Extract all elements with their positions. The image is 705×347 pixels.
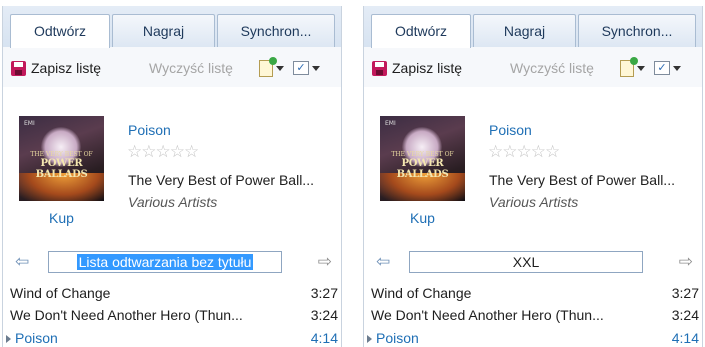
- star-icon[interactable]: ☆: [545, 143, 560, 161]
- tab-play[interactable]: Odtwórz: [371, 14, 471, 48]
- tab-bar: Odtwórz Nagraj Synchron...: [3, 6, 341, 48]
- track-duration: 4:14: [671, 330, 699, 346]
- playlist-name-bar: ⇦ XXL ⇨: [364, 248, 702, 276]
- star-icon[interactable]: ☆: [127, 143, 142, 161]
- track-row[interactable]: We Don't Need Another Hero (Thun... 3:24: [364, 305, 702, 326]
- album-cover-text-top: THE VERY BEST OF: [30, 151, 93, 158]
- star-icon[interactable]: ☆: [141, 143, 156, 161]
- track-row-now-playing[interactable]: Poison 4:14: [364, 328, 702, 347]
- tab-burn[interactable]: Nagraj: [112, 14, 215, 47]
- rating-stars[interactable]: ☆ ☆ ☆ ☆ ☆: [127, 143, 199, 161]
- list-toolbar: Zapisz listę Wyczyść listę ✓: [3, 47, 341, 87]
- rating-stars[interactable]: ☆ ☆ ☆ ☆ ☆: [488, 143, 560, 161]
- track-row[interactable]: We Don't Need Another Hero (Thun... 3:24: [3, 305, 341, 326]
- track-title: We Don't Need Another Hero (Thun...: [371, 307, 604, 323]
- star-icon[interactable]: ☆: [184, 143, 199, 161]
- track-row[interactable]: Wind of Change 3:27: [3, 283, 341, 304]
- list-options-icon: [259, 56, 277, 77]
- track-title: Wind of Change: [10, 285, 111, 301]
- checklist-icon: ✓: [293, 61, 309, 75]
- clear-list-button[interactable]: Wyczyść listę: [510, 58, 594, 78]
- now-playing-title[interactable]: Poison: [128, 122, 171, 138]
- album-cover-text-main: POWER BALLADS: [396, 158, 449, 180]
- star-icon[interactable]: ☆: [502, 143, 517, 161]
- track-title: Poison: [15, 330, 58, 346]
- album-cover-logo: EMI: [385, 120, 396, 127]
- arrow-right-icon[interactable]: ⇨: [679, 252, 693, 272]
- playlist-name-text: Lista odtwarzania bez tytułu: [76, 254, 254, 270]
- star-icon[interactable]: ☆: [531, 143, 546, 161]
- star-icon[interactable]: ☆: [156, 143, 171, 161]
- arrow-left-icon[interactable]: ⇦: [15, 252, 29, 272]
- playlist-name-bar: ⇦ Lista odtwarzania bez tytułu ⇨: [3, 248, 341, 276]
- checklist-icon: ✓: [654, 61, 670, 75]
- sort-options-button[interactable]: ✓: [654, 58, 681, 78]
- save-list-button[interactable]: Zapisz listę: [11, 58, 101, 78]
- chevron-down-icon: [673, 65, 681, 71]
- floppy-disk-icon: [11, 60, 26, 76]
- album-cover-logo: EMI: [24, 120, 35, 127]
- star-icon[interactable]: ☆: [170, 143, 185, 161]
- now-playing-artist: Various Artists: [489, 194, 579, 210]
- track-duration: 4:14: [310, 330, 338, 346]
- chevron-down-icon: [637, 65, 645, 71]
- album-cover-text-top: THE VERY BEST OF: [391, 151, 454, 158]
- playlist-name-field[interactable]: XXL: [409, 251, 643, 273]
- now-playing-title[interactable]: Poison: [489, 122, 532, 138]
- track-title: Wind of Change: [371, 285, 472, 301]
- buy-link[interactable]: Kup: [380, 210, 465, 226]
- save-list-button[interactable]: Zapisz listę: [372, 58, 462, 78]
- album-cover[interactable]: EMI THE VERY BEST OF POWER BALLADS: [380, 116, 465, 201]
- player-panel-right: Odtwórz Nagraj Synchron... Zapisz listę …: [363, 6, 703, 347]
- track-duration: 3:27: [310, 285, 338, 301]
- track-duration: 3:24: [671, 307, 699, 323]
- playlist-name-field[interactable]: Lista odtwarzania bez tytułu: [48, 251, 282, 273]
- album-cover[interactable]: EMI THE VERY BEST OF POWER BALLADS: [19, 116, 104, 201]
- track-row-now-playing[interactable]: Poison 4:14: [3, 328, 341, 347]
- play-indicator-icon: [6, 335, 11, 343]
- list-options-button[interactable]: [620, 56, 645, 78]
- tab-sync[interactable]: Synchron...: [578, 14, 696, 47]
- floppy-disk-icon: [372, 60, 387, 76]
- play-indicator-icon: [367, 335, 372, 343]
- save-list-label: Zapisz listę: [31, 60, 102, 76]
- tab-play[interactable]: Odtwórz: [10, 14, 110, 48]
- chevron-down-icon: [312, 65, 320, 71]
- star-icon[interactable]: ☆: [517, 143, 532, 161]
- list-options-icon: [620, 56, 638, 77]
- arrow-left-icon[interactable]: ⇦: [376, 252, 390, 272]
- now-playing-album: The Very Best of Power Ball...: [128, 172, 314, 188]
- save-list-label: Zapisz listę: [392, 60, 463, 76]
- buy-link[interactable]: Kup: [19, 210, 104, 226]
- track-duration: 3:27: [671, 285, 699, 301]
- player-panel-left: Odtwórz Nagraj Synchron... Zapisz listę …: [2, 6, 342, 347]
- track-duration: 3:24: [310, 307, 338, 323]
- arrow-right-icon[interactable]: ⇨: [318, 252, 332, 272]
- track-row[interactable]: Wind of Change 3:27: [364, 283, 702, 304]
- sort-options-button[interactable]: ✓: [293, 58, 320, 78]
- list-options-button[interactable]: [259, 56, 284, 78]
- now-playing-album: The Very Best of Power Ball...: [489, 172, 675, 188]
- track-title: We Don't Need Another Hero (Thun...: [10, 307, 243, 323]
- track-title: Poison: [376, 330, 419, 346]
- clear-list-button[interactable]: Wyczyść listę: [149, 58, 233, 78]
- chevron-down-icon: [276, 65, 284, 71]
- tab-sync[interactable]: Synchron...: [217, 14, 335, 47]
- album-cover-text-main: POWER BALLADS: [35, 158, 88, 180]
- list-toolbar: Zapisz listę Wyczyść listę ✓: [364, 47, 702, 87]
- tab-burn[interactable]: Nagraj: [473, 14, 576, 47]
- star-icon[interactable]: ☆: [488, 143, 503, 161]
- playlist-name-text: XXL: [512, 254, 540, 270]
- now-playing-artist: Various Artists: [128, 194, 218, 210]
- tab-bar: Odtwórz Nagraj Synchron...: [364, 6, 702, 48]
